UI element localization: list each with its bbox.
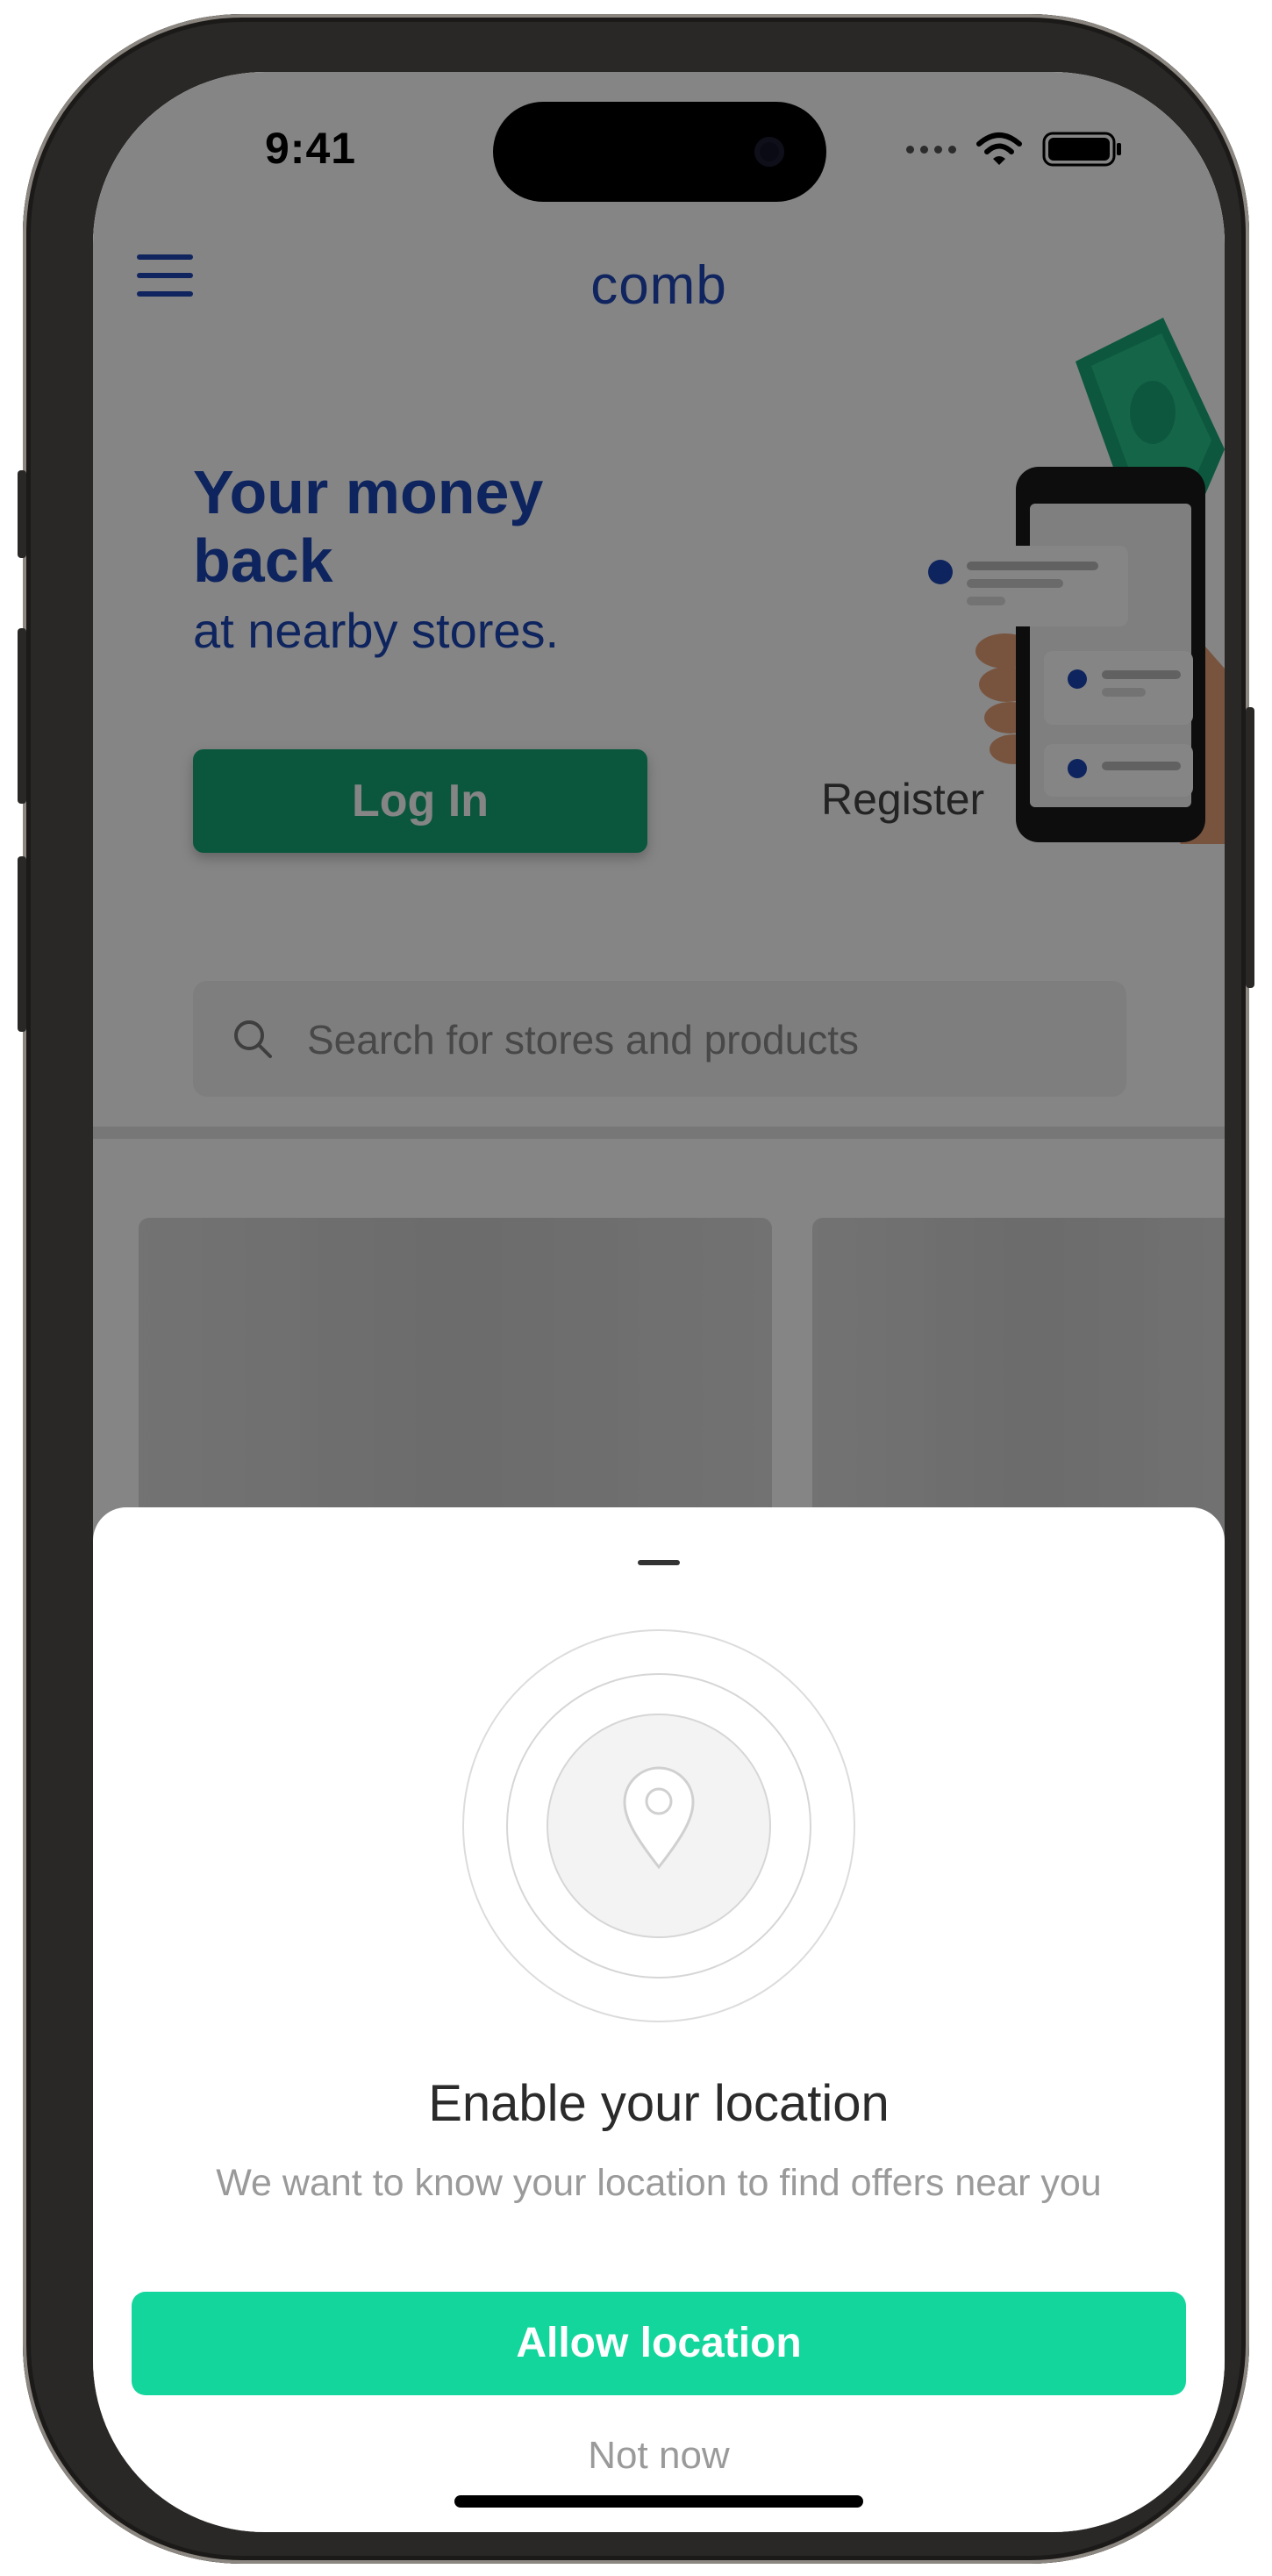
location-pin-icon [462, 1629, 855, 2022]
sheet-title: Enable your location [428, 2075, 890, 2132]
side-button [1246, 707, 1254, 988]
action-button [18, 470, 26, 558]
iphone-frame: 9:41 comb Your money back at nearby stor… [18, 14, 1254, 2564]
screen: 9:41 comb Your money back at nearby stor… [93, 72, 1225, 2532]
volume-up-button [18, 628, 26, 804]
location-bottom-sheet: Enable your location We want to know you… [93, 1507, 1225, 2532]
sheet-description: We want to know your location to find of… [216, 2162, 1102, 2204]
volume-down-button [18, 856, 26, 1032]
allow-location-button[interactable]: Allow location [132, 2292, 1186, 2395]
sheet-drag-handle[interactable] [638, 1560, 680, 1565]
home-indicator[interactable] [454, 2495, 863, 2508]
not-now-button[interactable]: Not now [93, 2434, 1225, 2478]
